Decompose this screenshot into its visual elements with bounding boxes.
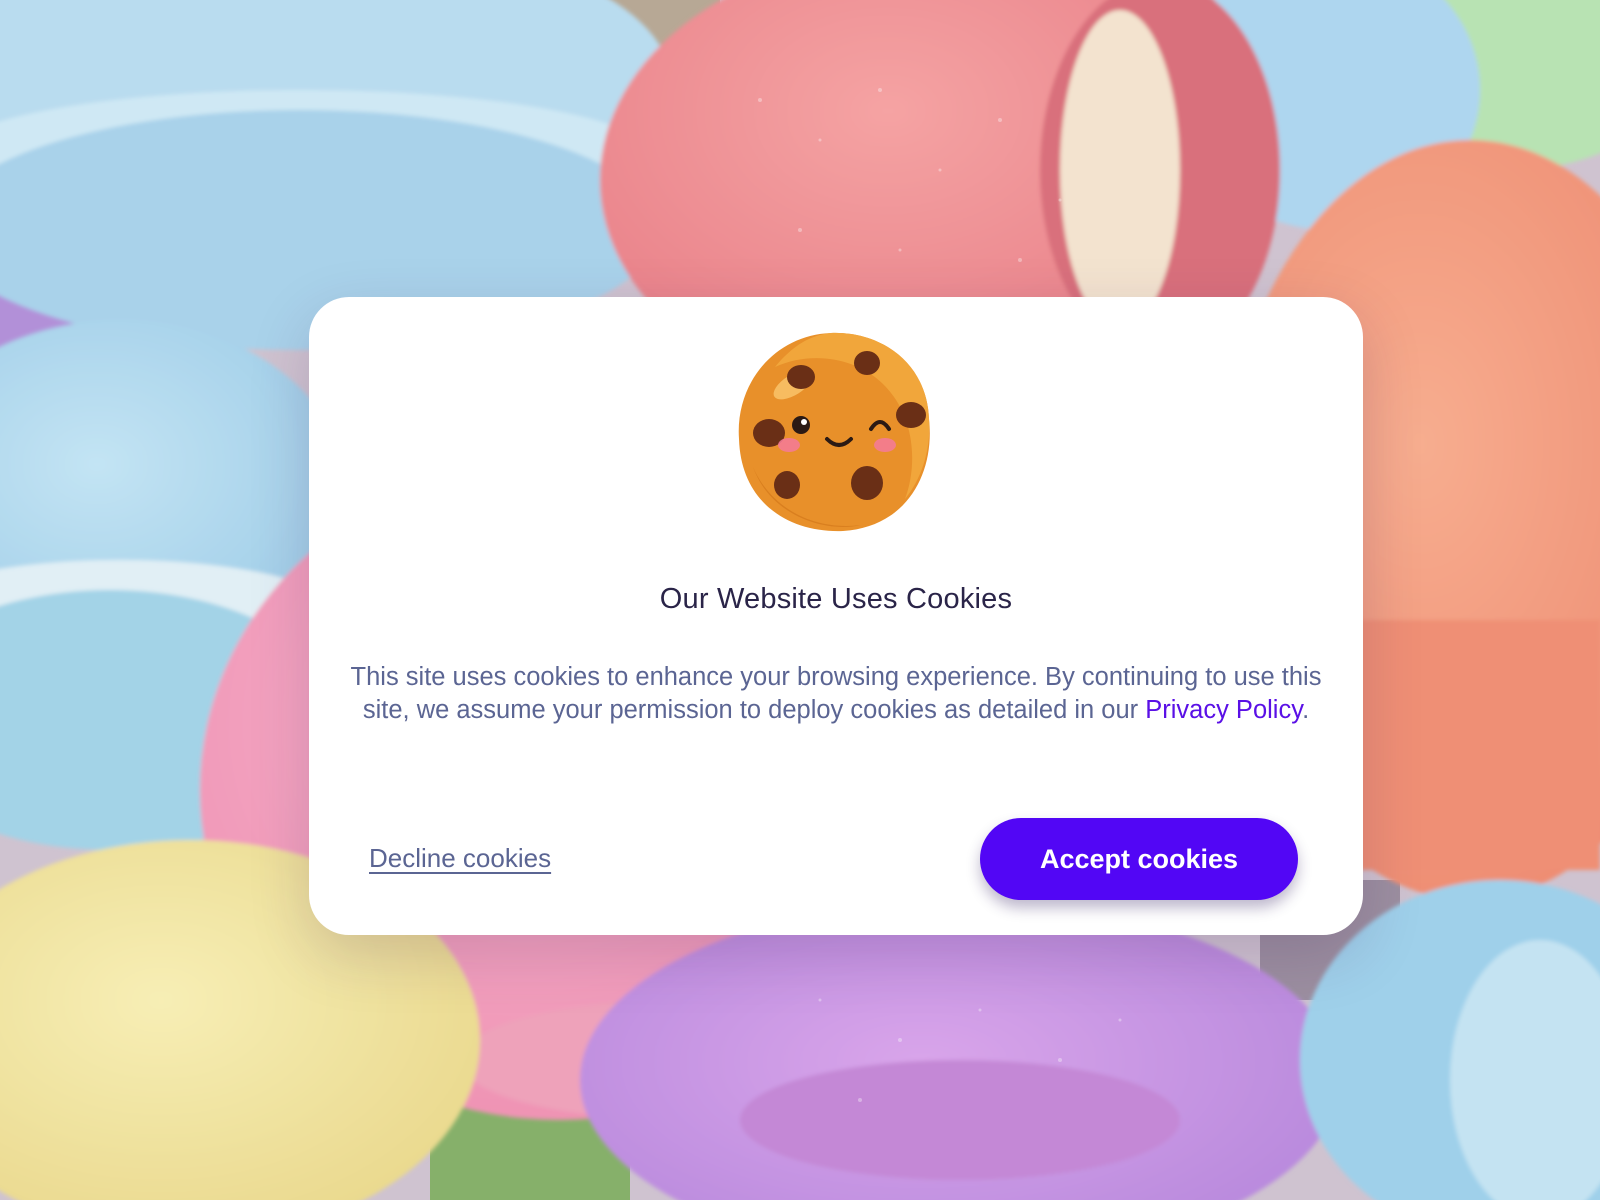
accept-cookies-button[interactable]: Accept cookies bbox=[980, 818, 1298, 900]
decline-cookies-link[interactable]: Decline cookies bbox=[369, 843, 551, 874]
dialog-body-text: This site uses cookies to enhance your b… bbox=[349, 661, 1323, 727]
cookie-consent-dialog: Our Website Uses Cookies This site uses … bbox=[309, 297, 1363, 935]
cookie-mascot-icon bbox=[731, 327, 941, 537]
body-end-punctuation: . bbox=[1302, 696, 1310, 724]
dialog-title: Our Website Uses Cookies bbox=[659, 583, 1013, 615]
privacy-policy-link[interactable]: Privacy Policy bbox=[1145, 696, 1302, 724]
